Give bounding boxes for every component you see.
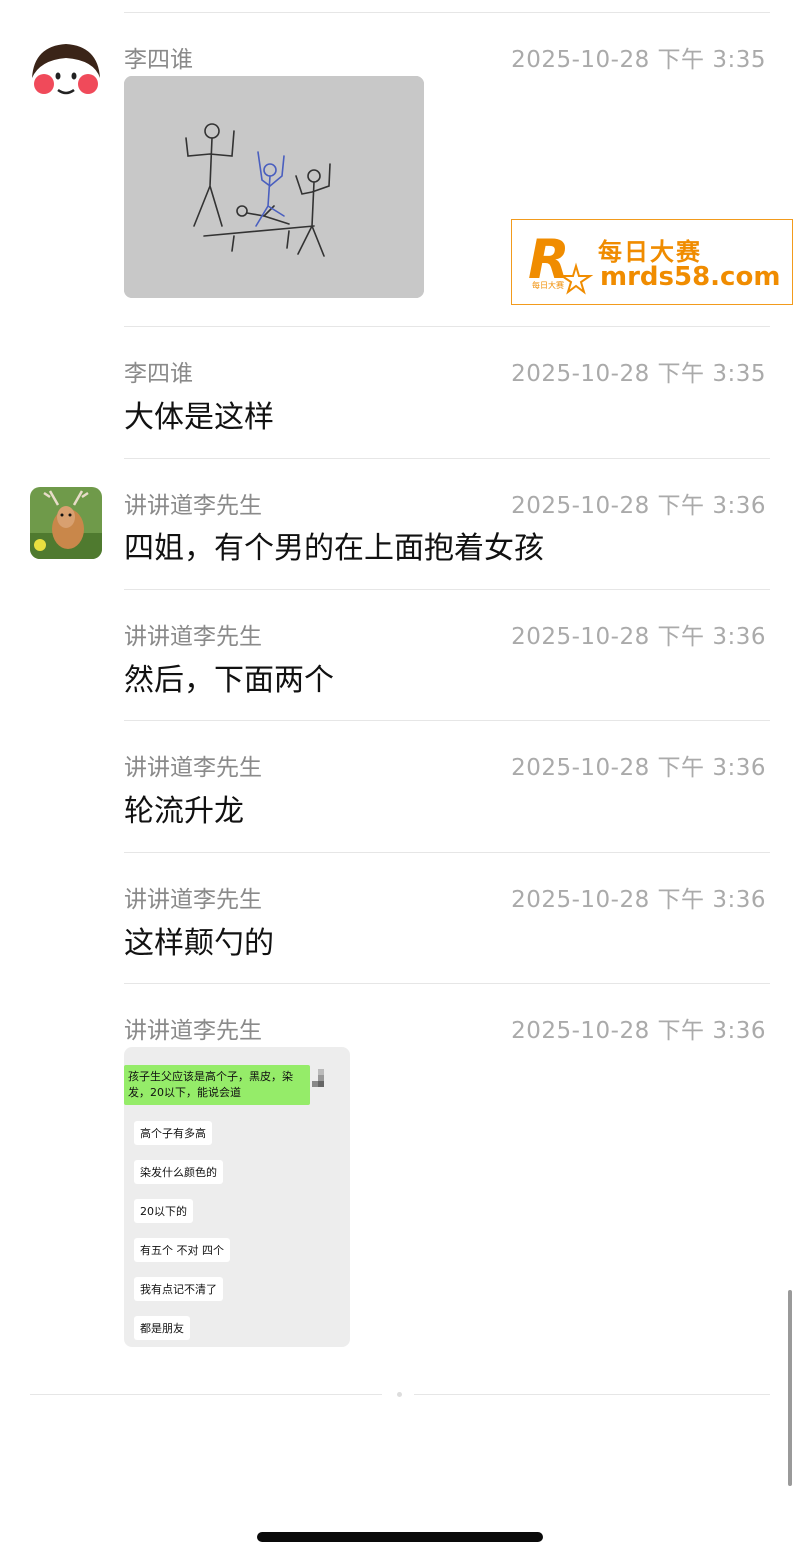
message-time: 2025-10-28 下午 3:36 [511,493,766,519]
divider [124,720,770,721]
sender-name: 讲讲道李先生 [124,624,262,650]
message-time: 2025-10-28 下午 3:36 [511,624,766,650]
sender-name: 讲讲道李先生 [124,887,262,913]
divider-bottom-left [30,1394,382,1395]
home-indicator[interactable] [257,1532,543,1542]
divider-bottom-right [414,1394,770,1395]
message-time: 2025-10-28 下午 3:36 [511,755,766,781]
message-text: 然后，下面两个 [124,663,334,698]
watermark-logo: R 每日大赛 每日大赛 mrds58.com [511,219,793,305]
sender-name: 讲讲道李先生 [124,493,262,519]
avatar-deer[interactable] [30,487,102,559]
r-star-logo-icon: R 每日大赛 [528,228,594,295]
chat-bubble: 染发什么颜色的 [134,1160,223,1184]
divider [124,326,770,327]
chat-screenshot-image[interactable]: 孩子生父应该是高个子，黑皮，染发，20以下，能说会道 高个子有多高 染发什么颜色… [124,1047,350,1347]
chat-bubble: 20以下的 [134,1199,193,1223]
divider [124,983,770,984]
divider [124,458,770,459]
sender-name: 李四谁 [124,47,193,73]
chat-bubble: 高个子有多高 [134,1121,212,1145]
svg-text:每日大赛: 每日大赛 [532,280,564,290]
message-text: 这样颠勺的 [124,926,274,961]
drawing-photo[interactable] [124,76,424,298]
pixelated-avatar-icon [312,1069,324,1087]
message-text: 轮流升龙 [124,794,244,829]
divider [124,852,770,853]
chat-bubble: 我有点记不清了 [134,1277,223,1301]
green-chat-bubble: 孩子生父应该是高个子，黑皮，染发，20以下，能说会道 [124,1065,310,1105]
message-time: 2025-10-28 下午 3:35 [511,47,766,73]
watermark-url: mrds58.com [600,262,781,292]
message-text: 大体是这样 [124,400,274,435]
sender-name: 讲讲道李先生 [124,1018,262,1044]
center-dot [397,1392,402,1397]
message-text: 四姐，有个男的在上面抱着女孩 [124,531,544,566]
scrollbar[interactable] [788,1290,792,1486]
message-time: 2025-10-28 下午 3:36 [511,887,766,913]
sender-name: 李四谁 [124,361,193,387]
avatar-cartoon-face[interactable] [30,40,102,112]
chat-bubble: 有五个 不对 四个 [134,1238,230,1262]
chat-bubble: 都是朋友 [134,1316,190,1340]
message-time: 2025-10-28 下午 3:36 [511,1018,766,1044]
divider [124,589,770,590]
message-time: 2025-10-28 下午 3:35 [511,361,766,387]
sender-name: 讲讲道李先生 [124,755,262,781]
divider-top [124,12,770,13]
